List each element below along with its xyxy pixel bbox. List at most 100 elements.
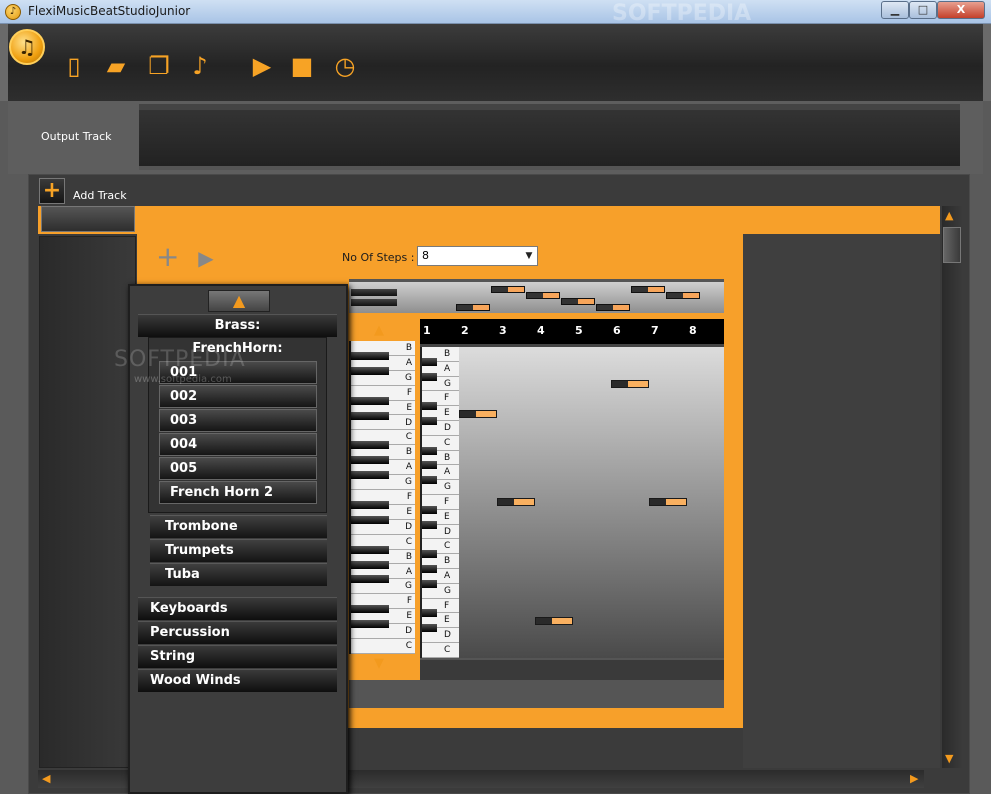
key-label: A bbox=[444, 467, 451, 478]
add-track-button[interactable]: + bbox=[39, 178, 65, 204]
preview-note bbox=[596, 304, 630, 311]
scroll-left-icon[interactable]: ◀ bbox=[42, 772, 50, 785]
black-key bbox=[422, 476, 438, 485]
clock-music-icon[interactable]: ◷ bbox=[331, 52, 359, 80]
black-key bbox=[422, 446, 438, 455]
app-logo-icon[interactable]: ♫ bbox=[9, 29, 45, 65]
key-label: F bbox=[444, 393, 450, 404]
key-label: B bbox=[405, 447, 412, 458]
black-key bbox=[351, 605, 390, 614]
preview-note bbox=[666, 292, 700, 299]
add-track-label: Add Track bbox=[73, 189, 127, 202]
category-keyboards[interactable]: Keyboards bbox=[138, 597, 337, 620]
key-label: D bbox=[444, 630, 451, 641]
key-label: F bbox=[444, 497, 450, 507]
output-track[interactable] bbox=[139, 104, 960, 170]
preview-note bbox=[456, 304, 490, 311]
key-label: C bbox=[444, 541, 451, 552]
preview-note bbox=[491, 286, 525, 293]
key-label: G bbox=[444, 482, 451, 493]
key-label: C bbox=[405, 641, 412, 651]
piano-key: D bbox=[351, 515, 415, 535]
add-step-icon[interactable]: + bbox=[156, 243, 179, 271]
variant-item[interactable]: 004 bbox=[159, 433, 317, 456]
black-key bbox=[351, 456, 390, 465]
piano-key: D bbox=[422, 520, 460, 540]
grid-piano: BAGFEDCBAGFEDCBAGFEDC bbox=[420, 347, 460, 658]
watermark: SOFTPEDIA bbox=[612, 1, 752, 26]
variant-item[interactable]: 002 bbox=[159, 385, 317, 408]
category-string[interactable]: String bbox=[138, 645, 337, 668]
key-label: A bbox=[405, 462, 412, 473]
stop-icon[interactable]: ■ bbox=[288, 52, 316, 80]
key-label: F bbox=[406, 596, 412, 607]
piano-key: C bbox=[422, 643, 460, 658]
black-key bbox=[351, 396, 390, 405]
close-button[interactable]: X bbox=[937, 1, 985, 19]
music-file-icon[interactable]: ♪ bbox=[186, 52, 214, 80]
key-label: A bbox=[444, 571, 451, 581]
note-block[interactable] bbox=[611, 380, 649, 388]
play-step-icon[interactable]: ▶ bbox=[196, 247, 216, 269]
variant-item[interactable]: French Horn 2 bbox=[159, 481, 317, 504]
category-brass[interactable]: Brass: bbox=[138, 314, 337, 337]
piano-down-icon[interactable]: ▼ bbox=[374, 656, 384, 671]
note-block[interactable] bbox=[535, 616, 573, 625]
piano-key: G bbox=[351, 471, 415, 490]
menu-scroll-up-icon[interactable]: ▲ bbox=[208, 290, 270, 312]
subcategory-trombone[interactable]: Trombone bbox=[150, 515, 327, 538]
black-key bbox=[351, 366, 390, 375]
black-key bbox=[351, 620, 390, 629]
play-icon[interactable]: ▶ bbox=[248, 52, 276, 80]
piano-key: D bbox=[351, 620, 415, 639]
maximize-button[interactable]: □ bbox=[909, 1, 937, 19]
piano-keyboard[interactable]: BAGFEDCBAGFEDCBAGFEDC bbox=[349, 341, 415, 654]
note-block[interactable] bbox=[649, 498, 687, 507]
step-number: 2 bbox=[461, 324, 469, 337]
note-block[interactable] bbox=[459, 409, 497, 418]
preview-note bbox=[561, 298, 595, 305]
key-label: F bbox=[444, 600, 450, 611]
key-label: G bbox=[444, 585, 451, 596]
black-key bbox=[422, 402, 438, 411]
key-label: D bbox=[444, 423, 451, 433]
scroll-down-icon[interactable]: ▼ bbox=[945, 752, 953, 765]
window-title: FlexiMusicBeatStudioJunior bbox=[28, 4, 191, 18]
copy-file-icon[interactable]: ❐ bbox=[145, 52, 173, 80]
open-folder-icon[interactable]: ▰ bbox=[102, 52, 130, 80]
preview-key bbox=[351, 289, 397, 296]
step-number: 8 bbox=[689, 324, 697, 337]
scroll-up-icon[interactable]: ▲ bbox=[945, 209, 953, 222]
key-label: C bbox=[405, 432, 412, 443]
black-key bbox=[422, 565, 438, 573]
key-label: A bbox=[444, 363, 451, 374]
key-label: E bbox=[406, 402, 412, 413]
key-label: E bbox=[444, 511, 450, 522]
note-block[interactable] bbox=[497, 498, 535, 507]
step-number: 5 bbox=[575, 324, 583, 337]
step-number: 6 bbox=[613, 324, 621, 337]
app-icon: ♪ bbox=[5, 4, 21, 20]
key-label: B bbox=[444, 556, 451, 567]
vertical-scrollbar[interactable] bbox=[942, 206, 962, 768]
scroll-right-icon[interactable]: ▶ bbox=[910, 772, 918, 785]
category-wood-winds[interactable]: Wood Winds bbox=[138, 669, 337, 692]
track-name-cell[interactable] bbox=[41, 206, 135, 232]
new-file-icon[interactable]: ▯ bbox=[60, 52, 88, 80]
minimize-button[interactable]: ▁ bbox=[881, 1, 909, 19]
black-key bbox=[351, 560, 390, 569]
vertical-scroll-thumb[interactable] bbox=[943, 227, 961, 263]
key-label: E bbox=[406, 506, 412, 517]
steps-select[interactable]: 8 ▼ bbox=[417, 246, 538, 266]
piano-key: G bbox=[422, 579, 460, 599]
category-percussion[interactable]: Percussion bbox=[138, 621, 337, 644]
key-label: B bbox=[405, 343, 412, 353]
piano-up-icon[interactable]: ▲ bbox=[374, 323, 384, 338]
variant-item[interactable]: 005 bbox=[159, 457, 317, 480]
key-label: D bbox=[405, 626, 412, 637]
black-key bbox=[422, 417, 438, 425]
variant-item[interactable]: 003 bbox=[159, 409, 317, 432]
key-label: F bbox=[406, 492, 412, 502]
subcategory-tuba[interactable]: Tuba bbox=[150, 563, 327, 586]
subcategory-trumpets[interactable]: Trumpets bbox=[150, 539, 327, 562]
